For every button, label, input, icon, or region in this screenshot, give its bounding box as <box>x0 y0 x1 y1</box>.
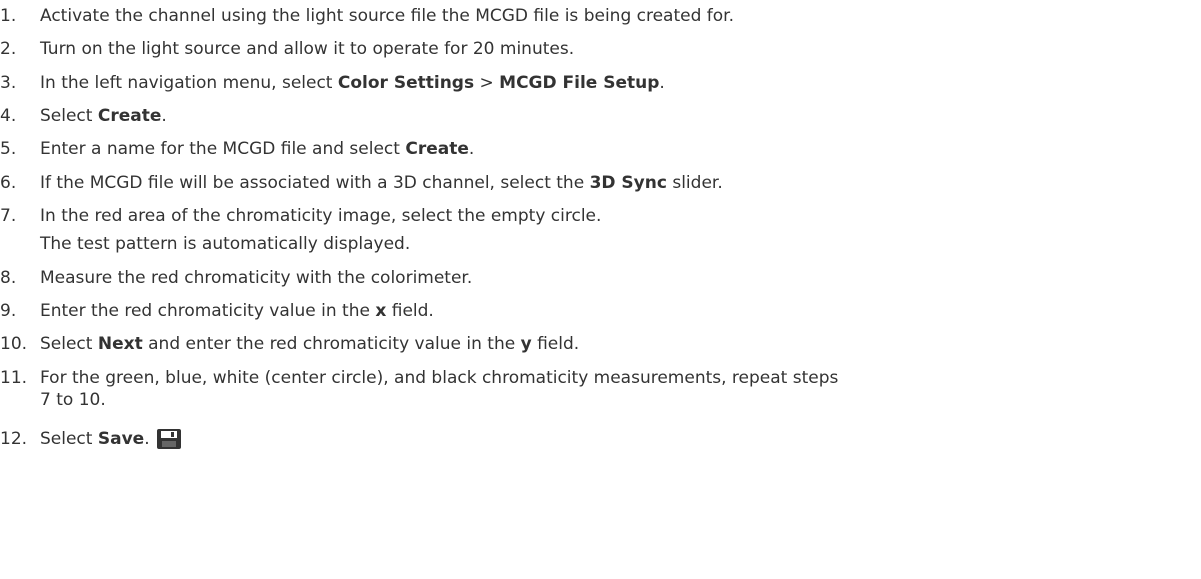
step-text: Select Next and enter the red chromatici… <box>40 334 580 354</box>
step-number: 4. <box>0 106 17 126</box>
step-number: 8. <box>0 268 17 288</box>
save-icon <box>156 428 182 456</box>
step-number: 9. <box>0 301 17 321</box>
ui-term-create: Create <box>97 106 162 126</box>
step-text: If the MCGD file will be associated with… <box>40 173 723 193</box>
step-text: Select Save. <box>40 428 182 456</box>
procedure-steps: 1. Activate the channel using the light … <box>0 0 1201 579</box>
step-text: Select Create. <box>40 106 167 126</box>
step-number: 7. <box>0 206 17 226</box>
ui-term-next: Next <box>97 334 143 354</box>
step-number: 12. <box>0 429 28 449</box>
step-text: Turn on the light source and allow it to… <box>40 39 575 59</box>
step-number: 1. <box>0 6 17 26</box>
step-text: Measure the red chromaticity with the co… <box>40 268 473 288</box>
step-number: 6. <box>0 173 17 193</box>
step-text: Enter a name for the MCGD file and selec… <box>40 139 475 159</box>
step-text: Activate the channel using the light sou… <box>40 6 735 26</box>
ui-term-y: y <box>520 334 532 354</box>
step-number: 2. <box>0 39 17 59</box>
ui-term-mcgd-file-setup: MCGD File Setup <box>499 73 660 93</box>
ui-term-3d-sync: 3D Sync <box>589 173 667 193</box>
step-number: 5. <box>0 139 17 159</box>
step-number: 10. <box>0 334 28 354</box>
step-text: Enter the red chromaticity value in the … <box>40 301 434 321</box>
ui-term-color-settings: Color Settings <box>337 73 475 93</box>
step-text: In the left navigation menu, select Colo… <box>40 73 665 93</box>
step-11-continuation: 7 to 10. <box>40 390 106 410</box>
ui-term-create: Create <box>405 139 469 159</box>
step-7-result: The test pattern is automatically displa… <box>40 234 411 254</box>
ui-term-save: Save <box>97 429 145 449</box>
step-number: 11. <box>0 368 28 388</box>
step-text: In the red area of the chromaticity imag… <box>40 206 602 226</box>
step-number: 3. <box>0 73 17 93</box>
ui-term-x: x <box>375 301 387 321</box>
step-text: For the green, blue, white (center circl… <box>40 368 839 388</box>
